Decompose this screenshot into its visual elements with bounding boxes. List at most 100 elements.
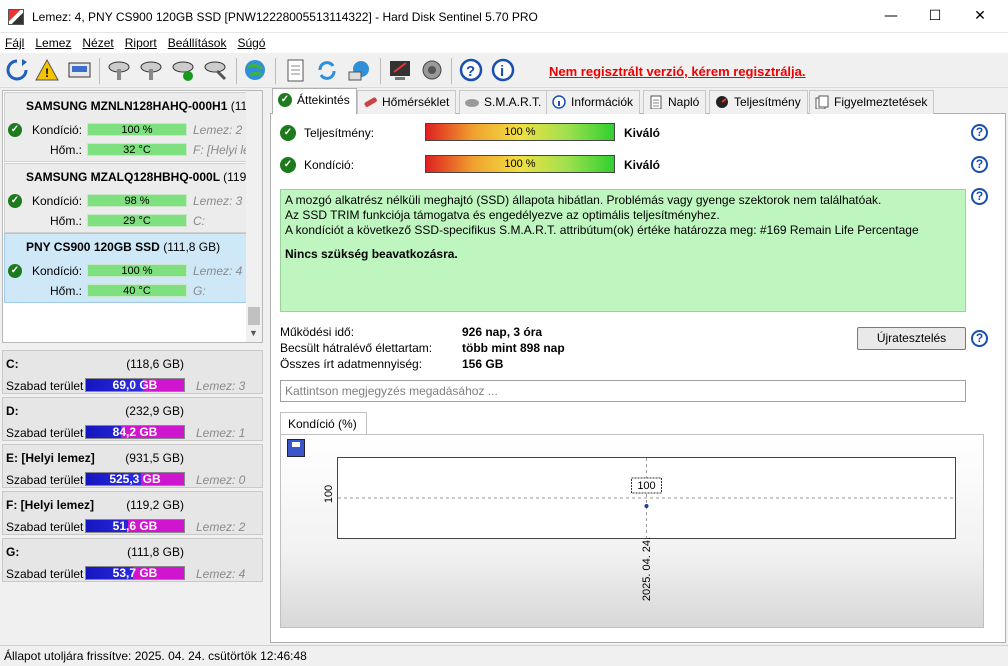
drive-letters: C: xyxy=(193,214,205,228)
menu-fajl[interactable]: Fájl xyxy=(0,33,30,50)
cond-label: Kondíció: xyxy=(304,158,355,172)
tab-teljesitmeny[interactable]: Teljesítmény xyxy=(709,90,808,114)
info-icon xyxy=(552,95,566,109)
sync-icon[interactable] xyxy=(314,57,341,84)
kondicio-bar: 100 % xyxy=(87,123,187,136)
cond-rating: Kiváló xyxy=(624,158,661,172)
menu-bar: Fájl Lemez Nézet Riport Beállítások Súgó xyxy=(0,33,1008,53)
network-icon[interactable] xyxy=(346,57,373,84)
tab-figyelmeztetesek[interactable]: Figyelmeztetések xyxy=(809,90,935,114)
volume-item[interactable]: E: [Helyi lemez] (931,5 GB) Szabad terül… xyxy=(2,444,263,488)
disk-card[interactable]: SAMSUNG MZNLN128HAHQ-000H1 (11 ✓ Kondíci… xyxy=(4,92,250,162)
free-space-bar: 53,7 GB xyxy=(85,566,185,580)
volume-list: C: (118,6 GB) Szabad terület 69,0 GB Lem… xyxy=(2,348,263,583)
menu-lemez[interactable]: Lemez xyxy=(30,33,77,50)
disk-info-icon[interactable] xyxy=(66,57,93,84)
sound-icon[interactable] xyxy=(419,57,446,84)
disk-name: PNY CS900 120GB SSD (111,8 GB) xyxy=(26,240,221,254)
disk-card[interactable]: SAMSUNG MZALQ128HBHQ-000L (119, ✓ Kondíc… xyxy=(4,163,248,233)
tab-smart[interactable]: S.M.A.R.T. xyxy=(459,90,549,114)
volume-size: (119,2 GB) xyxy=(126,498,184,512)
drive-letters: G: xyxy=(193,284,206,298)
disk-index: Lemez: 4 xyxy=(193,264,243,278)
scroll-down-icon[interactable]: ▼ xyxy=(249,328,258,338)
x-tick-label: 2025. 04. 24. xyxy=(641,536,653,602)
tab-informaciok[interactable]: Információk xyxy=(546,90,641,114)
volume-letter: G: xyxy=(6,545,20,559)
volume-item[interactable]: C: (118,6 GB) Szabad terület 69,0 GB Lem… xyxy=(2,350,263,394)
y-tick-label: 100 xyxy=(323,484,336,504)
menu-nezet[interactable]: Nézet xyxy=(77,33,119,50)
free-label: Szabad terület xyxy=(6,473,84,487)
check-icon: ✓ xyxy=(278,93,292,107)
globe-icon[interactable] xyxy=(242,57,269,84)
close-button[interactable]: ✕ xyxy=(957,0,1003,33)
perf-ok-icon: ✓ xyxy=(280,125,296,141)
info-line: A kondíciót a következő SSD-specifikus S… xyxy=(285,223,919,237)
svg-text:?: ? xyxy=(466,63,475,80)
volume-disk: Lemez: 4 xyxy=(196,567,246,581)
ok-check-icon: ✓ xyxy=(8,123,22,137)
scroll-thumb[interactable] xyxy=(248,307,260,325)
save-icon[interactable] xyxy=(287,439,305,457)
cond-help-icon[interactable]: ? xyxy=(971,156,988,173)
log-icon xyxy=(650,95,662,109)
temperature-bar: 29 °C xyxy=(87,214,187,227)
volume-item[interactable]: G: (111,8 GB) Szabad terület 53,7 GB Lem… xyxy=(2,538,263,582)
comment-input[interactable]: Kattintson megjegyzés megadásához ... xyxy=(280,380,966,402)
hom-label: Hőm.: xyxy=(50,143,83,157)
volume-item[interactable]: D: (232,9 GB) Szabad terület 84,2 GB Lem… xyxy=(2,397,263,441)
maximize-button[interactable]: ☐ xyxy=(912,0,958,33)
volume-item[interactable]: F: [Helyi lemez] (119,2 GB) Szabad terül… xyxy=(2,491,263,535)
data-point xyxy=(644,504,649,508)
perf-help-icon[interactable]: ? xyxy=(971,124,988,141)
hdd-surface-icon[interactable] xyxy=(138,57,165,84)
free-space-bar: 84,2 GB xyxy=(85,425,185,439)
retest-help-icon[interactable]: ? xyxy=(971,330,988,347)
info-help-icon[interactable]: ? xyxy=(971,188,988,205)
data-label: 100 xyxy=(637,480,655,492)
register-link[interactable]: Nem regisztrált verzió, kérem regisztrál… xyxy=(549,64,806,79)
tab-naplo[interactable]: Napló xyxy=(643,90,707,114)
menu-riport[interactable]: Riport xyxy=(120,33,163,50)
hdd-repair-icon[interactable] xyxy=(202,57,229,84)
drive-letters: F: [Helyi le xyxy=(193,143,250,157)
volume-disk: Lemez: 2 xyxy=(196,520,246,534)
written-value: 156 GB xyxy=(462,357,504,371)
menu-beallitasok[interactable]: Beállítások xyxy=(163,33,233,50)
app-icon xyxy=(8,9,24,25)
volume-letter: C: xyxy=(6,357,19,371)
volume-size: (118,6 GB) xyxy=(126,357,184,371)
kondicio-label: Kondíció: xyxy=(32,123,83,137)
ok-check-icon: ✓ xyxy=(8,194,22,208)
warning-icon[interactable]: ! xyxy=(34,57,61,84)
hdd-test-icon[interactable] xyxy=(106,57,133,84)
written-label: Összes írt adatmennyiség: xyxy=(280,357,423,371)
disk-card-selected[interactable]: PNY CS900 120GB SSD (111,8 GB) ✓ Kondíci… xyxy=(4,233,247,303)
menu-sugo[interactable]: Súgó xyxy=(232,33,271,50)
temperature-bar: 40 °C xyxy=(87,284,187,297)
help-icon[interactable]: ? xyxy=(458,57,485,84)
refresh-icon[interactable] xyxy=(4,57,31,84)
info-icon[interactable]: i xyxy=(490,57,517,84)
chart-tab-kondicio[interactable]: Kondíció (%) xyxy=(280,412,367,435)
disk-list-scrollbar[interactable]: ▼ xyxy=(246,91,262,342)
toolbar: ! ? i xyxy=(0,54,1008,88)
info-verdict: Nincs szükség beavatkozásra. xyxy=(285,247,458,261)
tab-attekintes[interactable]: ✓ Áttekintés xyxy=(272,88,357,114)
alerts-icon xyxy=(815,95,829,109)
settings-icon[interactable] xyxy=(387,57,414,84)
window-title: Lemez: 4, PNY CS900 120GB SSD [PNW122280… xyxy=(32,10,538,24)
minimize-button[interactable]: — xyxy=(868,0,914,33)
hdd-check-icon[interactable] xyxy=(170,57,197,84)
tab-homerseklet[interactable]: Hőmérséklet xyxy=(357,90,457,114)
free-label: Szabad terület xyxy=(6,520,84,534)
retest-button[interactable]: Újratesztelés xyxy=(857,327,966,350)
kondicio-bar: 100 % xyxy=(87,264,187,277)
volume-letter: D: xyxy=(6,404,19,418)
cond-bar: 100 % xyxy=(425,155,615,173)
report-icon[interactable] xyxy=(282,57,309,84)
volume-disk: Lemez: 3 xyxy=(196,379,246,393)
chart-svg: 100 xyxy=(338,458,955,538)
free-label: Szabad terület xyxy=(6,426,84,440)
